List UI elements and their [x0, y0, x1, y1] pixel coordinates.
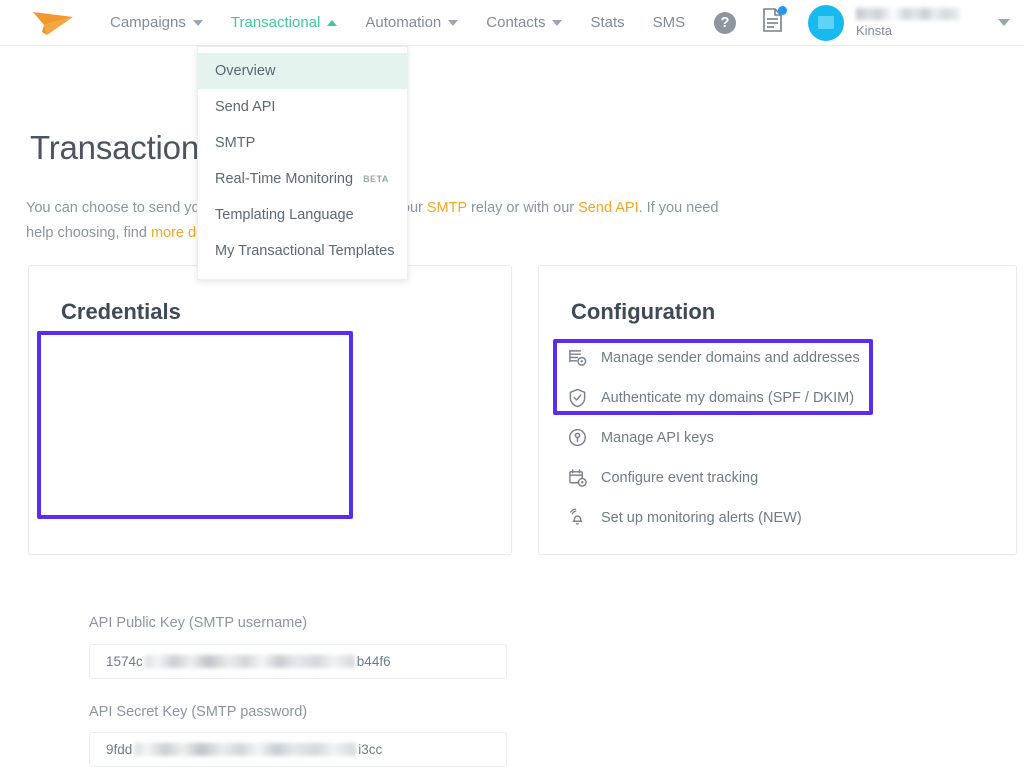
- help-icon-glyph: ?: [720, 14, 729, 31]
- api-public-key-suffix: b44f6: [357, 654, 391, 669]
- send-api-link[interactable]: Send API: [578, 200, 638, 216]
- api-secret-key-masked-region: [134, 743, 356, 756]
- user-account-block[interactable]: Kinsta: [856, 8, 960, 38]
- chevron-down-icon: [552, 20, 562, 26]
- dropdown-label-send-api: Send API: [215, 99, 275, 115]
- smtp-link[interactable]: SMTP: [427, 200, 467, 216]
- account-menu-chevron-down-icon[interactable]: [998, 19, 1010, 26]
- nav-label-transactional: Transactional: [231, 14, 321, 31]
- avatar[interactable]: [808, 5, 844, 41]
- document-icon[interactable]: [762, 8, 784, 37]
- chevron-down-icon: [193, 20, 203, 26]
- config-label-monitoring-alerts: Set up monitoring alerts (NEW): [601, 510, 802, 526]
- nav-right-cluster: ? Kinsta: [714, 5, 1010, 41]
- api-public-key-masked-region: [145, 655, 355, 668]
- api-secret-key-value: 9fdd i3cc: [106, 742, 382, 757]
- chevron-down-icon: [448, 20, 458, 26]
- config-label-manage-sender-domains: Manage sender domains and addresses: [601, 350, 860, 366]
- config-item-manage-api-keys[interactable]: Manage API keys: [566, 428, 714, 447]
- alert-bell-signal-icon: [566, 508, 588, 527]
- config-item-manage-sender-domains[interactable]: Manage sender domains and addresses: [566, 348, 860, 367]
- config-label-authenticate-domains: Authenticate my domains (SPF / DKIM): [601, 390, 854, 406]
- paper-plane-icon: [31, 8, 75, 38]
- desc-part-2: relay or with our: [467, 200, 578, 216]
- shield-check-icon: [566, 388, 588, 408]
- sendinblue-logo[interactable]: [22, 0, 84, 46]
- dropdown-label-real-time-monitoring: Real-Time Monitoring: [215, 171, 353, 187]
- nav-item-sms[interactable]: SMS: [653, 14, 686, 31]
- dropdown-label-overview: Overview: [215, 63, 275, 79]
- nav-item-contacts[interactable]: Contacts: [486, 14, 562, 31]
- nav-item-stats[interactable]: Stats: [590, 14, 624, 31]
- api-secret-key-prefix: 9fdd: [106, 742, 132, 757]
- nav-label-contacts: Contacts: [486, 14, 545, 31]
- notification-dot: [778, 6, 787, 15]
- list-gear-icon: [566, 348, 588, 367]
- user-name-redacted: [856, 8, 960, 20]
- page-title: Transactional: [30, 129, 224, 167]
- config-label-configure-event-tracking: Configure event tracking: [601, 470, 758, 486]
- api-secret-key-field[interactable]: 9fdd i3cc: [89, 732, 507, 767]
- config-item-monitoring-alerts[interactable]: Set up monitoring alerts (NEW): [566, 508, 802, 527]
- avatar-inner-shape: [818, 16, 834, 29]
- calendar-gear-icon: [566, 468, 588, 487]
- dropdown-item-real-time-monitoring[interactable]: Real-Time Monitoring BETA: [198, 161, 407, 197]
- transactional-dropdown-menu: Overview Send API SMTP Real-Time Monitor…: [197, 46, 408, 280]
- nav-item-transactional[interactable]: Transactional: [231, 14, 338, 31]
- user-organization-label: Kinsta: [856, 24, 960, 38]
- config-item-configure-event-tracking[interactable]: Configure event tracking: [566, 468, 758, 487]
- api-public-key-value: 1574c b44f6: [106, 654, 391, 669]
- dropdown-item-overview[interactable]: Overview: [198, 53, 407, 89]
- nav-label-campaigns: Campaigns: [110, 14, 186, 31]
- nav-item-campaigns[interactable]: Campaigns: [110, 14, 203, 31]
- credentials-card-title: Credentials: [61, 299, 181, 325]
- dropdown-label-templating-language: Templating Language: [215, 207, 354, 223]
- api-secret-key-suffix: i3cc: [358, 742, 382, 757]
- dropdown-label-smtp: SMTP: [215, 135, 255, 151]
- chevron-up-icon: [327, 20, 337, 26]
- nav-label-sms: SMS: [653, 14, 686, 31]
- primary-nav-items: Campaigns Transactional Automation Conta…: [110, 14, 713, 31]
- help-icon[interactable]: ?: [714, 12, 736, 34]
- nav-label-automation: Automation: [365, 14, 441, 31]
- dropdown-item-my-transactional-templates[interactable]: My Transactional Templates: [198, 233, 407, 269]
- credentials-card: Credentials API Public Key (SMTP usernam…: [28, 265, 512, 555]
- beta-badge: BETA: [363, 174, 389, 184]
- top-navigation-bar: Campaigns Transactional Automation Conta…: [0, 0, 1024, 46]
- dropdown-label-my-transactional-templates: My Transactional Templates: [215, 243, 394, 259]
- api-public-key-field[interactable]: 1574c b44f6: [89, 644, 507, 679]
- api-public-key-prefix: 1574c: [106, 654, 143, 669]
- configuration-card-title: Configuration: [571, 299, 715, 325]
- api-public-key-label: API Public Key (SMTP username): [89, 615, 307, 631]
- api-secret-key-label: API Secret Key (SMTP password): [89, 704, 307, 720]
- nav-label-stats: Stats: [590, 14, 624, 31]
- config-item-authenticate-domains[interactable]: Authenticate my domains (SPF / DKIM): [566, 388, 854, 408]
- config-label-manage-api-keys: Manage API keys: [601, 430, 714, 446]
- dropdown-item-smtp[interactable]: SMTP: [198, 125, 407, 161]
- key-circle-icon: [566, 428, 588, 447]
- dropdown-item-send-api[interactable]: Send API: [198, 89, 407, 125]
- dropdown-item-templating-language[interactable]: Templating Language: [198, 197, 407, 233]
- nav-item-automation[interactable]: Automation: [365, 14, 458, 31]
